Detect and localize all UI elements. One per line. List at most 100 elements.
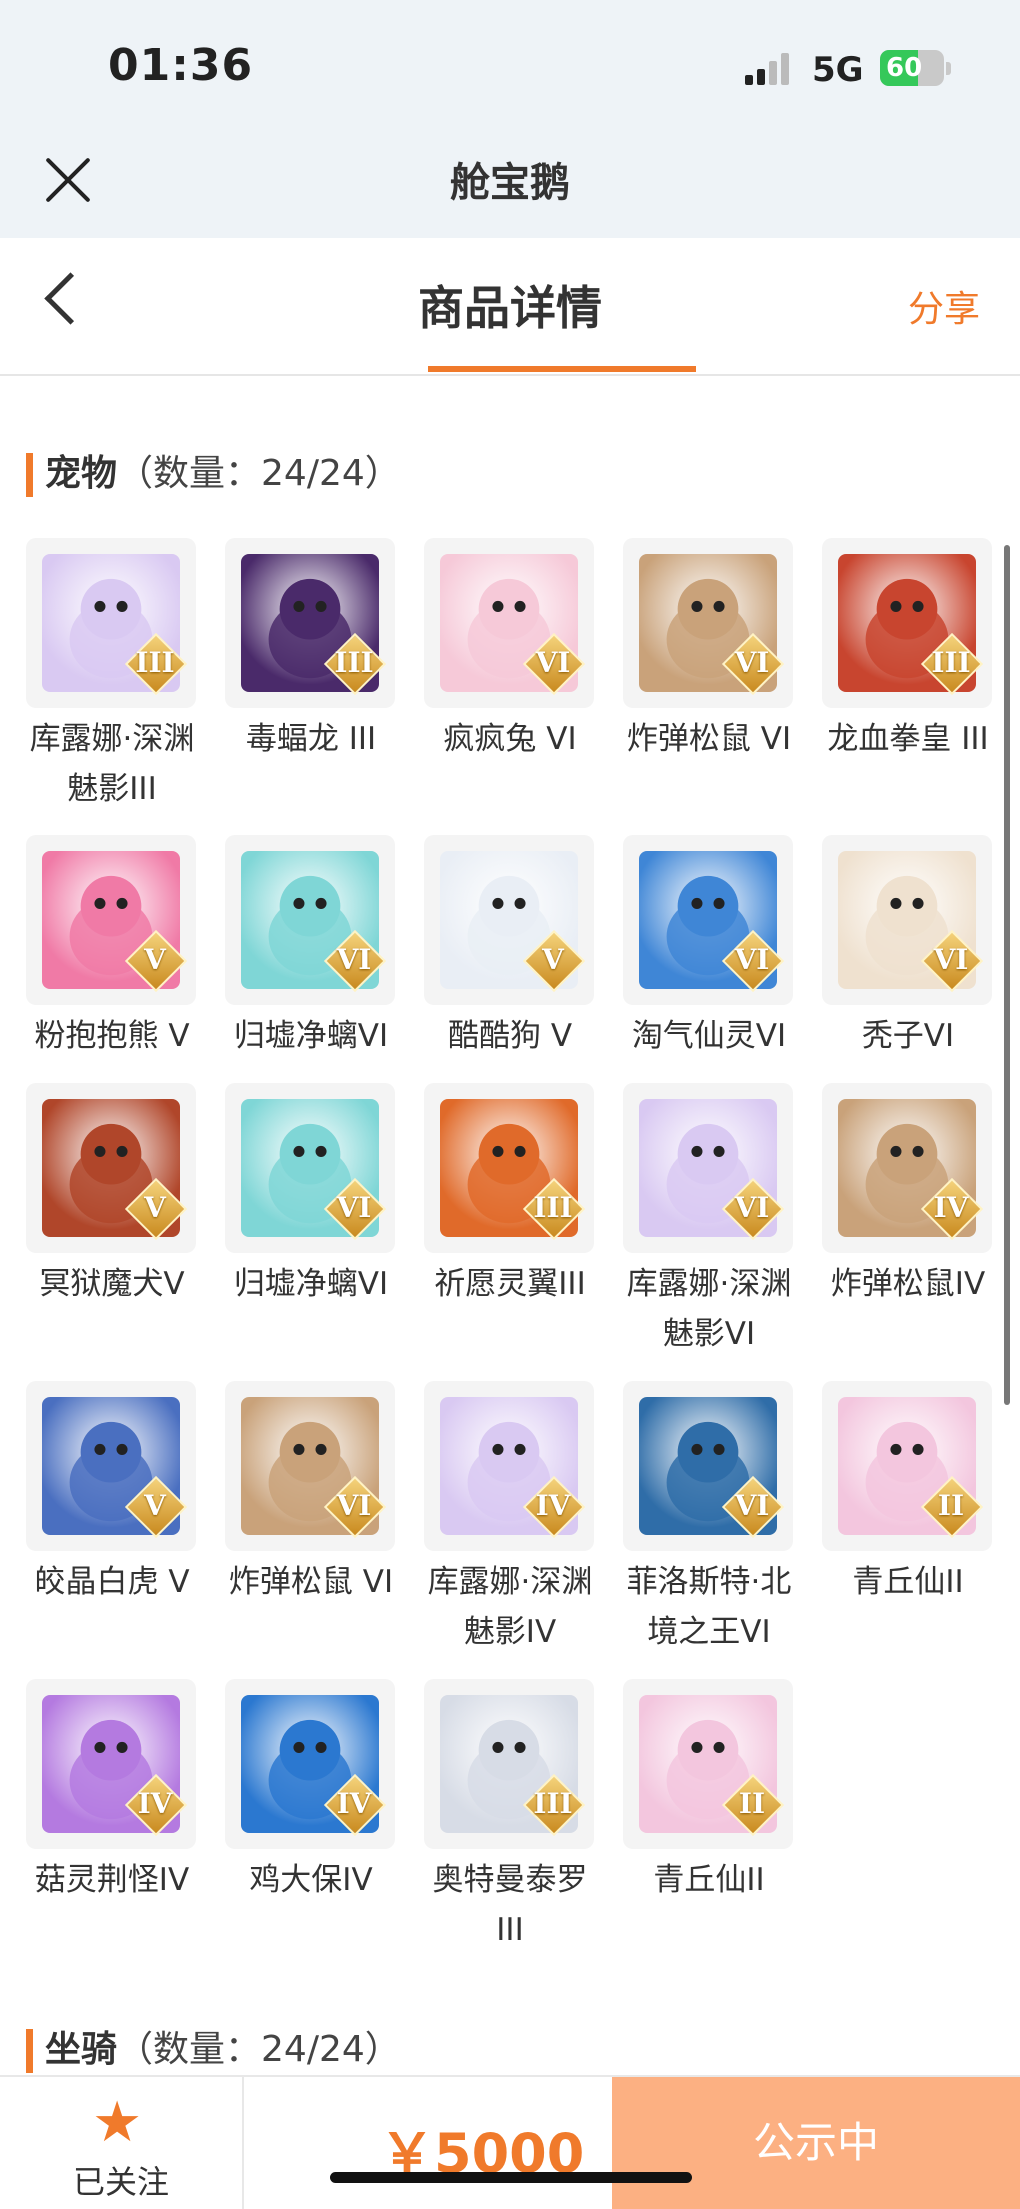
level-badge: III xyxy=(522,1177,586,1241)
pet-card[interactable]: VI 炸弹松鼠 VI xyxy=(623,538,795,764)
pet-name: 库露娜·深渊魅影III xyxy=(29,721,195,807)
pet-name: 奥特曼泰罗III xyxy=(432,1862,588,1948)
pet-card[interactable]: V 皎晶白虎 V xyxy=(26,1381,198,1607)
pet-card[interactable]: III 奥特曼泰罗III xyxy=(424,1679,596,1955)
star-icon: ★ xyxy=(92,2090,143,2155)
level-numeral: VI xyxy=(933,943,969,976)
level-badge: V xyxy=(522,929,586,993)
pet-card[interactable]: VI 菲洛斯特·北境之王VI xyxy=(623,1381,795,1657)
pet-image-tile: V xyxy=(26,1083,196,1253)
level-badge: VI xyxy=(721,632,785,696)
level-numeral: VI xyxy=(336,943,372,976)
pet-image-tile: VI xyxy=(623,835,793,1005)
level-numeral: III xyxy=(334,646,374,679)
pet-card[interactable]: III 库露娜·深渊魅影III xyxy=(26,538,198,814)
follow-label: 已关注 xyxy=(72,2163,169,2201)
pet-image-tile: VI xyxy=(623,1083,793,1253)
pet-image-tile: VI xyxy=(623,538,793,708)
pet-name: 皎晶白虎 V xyxy=(34,1564,190,1600)
pet-card[interactable]: VI 归墟净螭VI xyxy=(225,835,397,1061)
pet-card[interactable]: VI 秃子VI xyxy=(822,835,994,1061)
level-badge: VI xyxy=(323,929,387,993)
pet-card[interactable]: VI 淘气仙灵VI xyxy=(623,835,795,1061)
pet-card[interactable]: III 毒蝠龙 III xyxy=(225,538,397,764)
status-time: 01:36 xyxy=(108,40,254,91)
pet-image-tile: VI xyxy=(822,835,992,1005)
pet-card[interactable]: IV 库露娜·深渊魅影IV xyxy=(424,1381,596,1657)
pet-image-tile: IV xyxy=(822,1083,992,1253)
battery-cap xyxy=(946,62,951,75)
pet-card[interactable]: II 青丘仙II xyxy=(623,1679,795,1905)
pet-card[interactable]: II 青丘仙II xyxy=(822,1381,994,1607)
pet-image-tile: VI xyxy=(225,1381,395,1551)
level-badge: VI xyxy=(721,1475,785,1539)
level-badge: IV xyxy=(323,1773,387,1837)
level-numeral: VI xyxy=(336,1191,372,1224)
scrollbar[interactable] xyxy=(1004,545,1010,1405)
pet-image-tile: V xyxy=(26,835,196,1005)
level-badge: V xyxy=(124,1475,188,1539)
pet-name: 归墟净螭VI xyxy=(233,1266,389,1302)
app-bar: 舱宝鹅 xyxy=(0,120,1020,238)
pet-image-tile: VI xyxy=(623,1381,793,1551)
pet-name: 菲洛斯特·北境之王VI xyxy=(626,1564,792,1650)
pet-card[interactable]: V 冥狱魔犬V xyxy=(26,1083,198,1309)
level-numeral: VI xyxy=(535,646,571,679)
pet-image-tile: IV xyxy=(424,1381,594,1551)
level-numeral: VI xyxy=(734,1489,770,1522)
network-type: 5G xyxy=(812,50,864,90)
pet-name: 归墟净螭VI xyxy=(233,1018,389,1054)
pet-name: 炸弹松鼠 VI xyxy=(626,721,792,757)
pet-image-tile: VI xyxy=(225,1083,395,1253)
pet-card[interactable]: VI 炸弹松鼠 VI xyxy=(225,1381,397,1607)
status-bar: 01:36 5G 60 xyxy=(0,0,1020,120)
section-accent-bar xyxy=(26,453,33,497)
pet-name: 青丘仙II xyxy=(852,1564,964,1600)
battery-level: 60 xyxy=(886,53,923,83)
pet-image-tile: III xyxy=(424,1083,594,1253)
level-numeral: II xyxy=(738,1787,766,1820)
pet-card[interactable]: IV 菇灵荆怪IV xyxy=(26,1679,198,1905)
status-button[interactable]: 公示中 xyxy=(612,2077,1020,2209)
pet-image-tile: VI xyxy=(225,835,395,1005)
pet-card[interactable]: IV 鸡大保IV xyxy=(225,1679,397,1905)
level-numeral: VI xyxy=(734,1191,770,1224)
page-nav: 商品详情 分享 xyxy=(0,238,1020,376)
signal-icon xyxy=(745,53,791,85)
pet-card[interactable]: V 粉抱抱熊 V xyxy=(26,835,198,1061)
battery-icon: 60 xyxy=(880,50,944,86)
pet-image-tile: II xyxy=(822,1381,992,1551)
pet-image-tile: III xyxy=(26,538,196,708)
pet-card[interactable]: VI 库露娜·深渊魅影VI xyxy=(623,1083,795,1359)
pet-card[interactable]: VI 疯疯兔 VI xyxy=(424,538,596,764)
level-numeral: V xyxy=(542,943,564,976)
pet-name: 祈愿灵翼III xyxy=(434,1266,586,1302)
level-badge: IV xyxy=(124,1773,188,1837)
mounts-section-header: 坐骑（数量：24/24） xyxy=(26,2020,401,2073)
share-button[interactable]: 分享 xyxy=(908,280,980,332)
level-badge: VI xyxy=(721,1177,785,1241)
pet-name: 秃子VI xyxy=(861,1018,955,1054)
pet-name: 炸弹松鼠 VI xyxy=(228,1564,394,1600)
follow-button[interactable]: ★ 已关注 xyxy=(0,2077,244,2209)
level-badge: II xyxy=(721,1773,785,1837)
pet-image-tile: V xyxy=(26,1381,196,1551)
pet-card[interactable]: V 酷酷狗 V xyxy=(424,835,596,1061)
level-badge: IV xyxy=(522,1475,586,1539)
level-numeral: VI xyxy=(734,943,770,976)
home-indicator xyxy=(330,2172,692,2183)
pets-section-count: （数量：24/24） xyxy=(117,453,401,494)
pet-card[interactable]: IV 炸弹松鼠IV xyxy=(822,1083,994,1309)
pet-name: 粉抱抱熊 V xyxy=(34,1018,190,1054)
level-numeral: IV xyxy=(535,1489,571,1522)
pet-card[interactable]: III 祈愿灵翼III xyxy=(424,1083,596,1309)
bottom-action-bar: ★ 已关注 ￥5000 公示中 xyxy=(0,2075,1020,2209)
page-title[interactable]: 商品详情 xyxy=(0,272,1020,338)
level-badge: VI xyxy=(323,1177,387,1241)
level-numeral: V xyxy=(144,1489,166,1522)
pet-name: 菇灵荆怪IV xyxy=(34,1862,190,1898)
section-accent-bar xyxy=(26,2029,33,2073)
pet-card[interactable]: VI 归墟净螭VI xyxy=(225,1083,397,1309)
level-badge: VI xyxy=(323,1475,387,1539)
pet-card[interactable]: III 龙血拳皇 III xyxy=(822,538,994,764)
